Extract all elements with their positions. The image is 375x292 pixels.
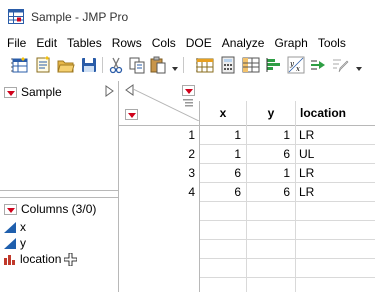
column-header-y[interactable]: y [246,101,295,125]
cell-y[interactable]: 6 [246,145,295,164]
menu-bar: File Edit Tables Rows Cols DOE Analyze G… [0,33,375,53]
paste-icon[interactable] [149,56,167,74]
cell-y[interactable]: 6 [246,183,295,202]
cell-location[interactable]: LR [295,164,375,183]
menu-analyze[interactable]: Analyze [222,36,265,50]
new-script-icon[interactable] [34,56,52,74]
data-grid-icon[interactable] [196,56,214,74]
row-number[interactable]: 3 [119,164,199,183]
title-bar: Sample - JMP Pro [0,0,375,33]
table-panel: Sample [0,81,118,191]
chevron-down-icon[interactable] [356,66,362,72]
columns-count: Columns (3/0) [21,202,97,216]
toolbar-separator [183,57,184,73]
cell-x[interactable]: 6 [199,164,246,183]
cell-x[interactable]: 1 [199,126,246,145]
data-grid: x y location 1 1 1 LR 2 1 6 UL 3 6 1 LR … [119,81,375,292]
cell-y[interactable]: 1 [246,164,295,183]
collapse-arrow-icon[interactable] [105,85,114,97]
column-item-y[interactable]: y [4,235,26,251]
menu-graph[interactable]: Graph [274,36,307,50]
distribution-icon[interactable] [265,56,283,74]
calculator-icon[interactable] [219,56,237,74]
column-header-x[interactable]: x [199,101,246,125]
cell-x[interactable]: 1 [199,145,246,164]
table-name: Sample [21,85,62,99]
column-name: x [20,220,26,234]
window-title: Sample - JMP Pro [31,10,129,24]
nominal-column-icon [4,254,15,265]
left-panel: Sample Columns (3/0) x y location [0,81,119,292]
fit-y-by-x-icon[interactable]: yx [287,56,305,74]
grid-line [199,277,375,278]
row-filter-icon [183,99,193,107]
grid-line [199,258,375,259]
continuous-column-icon [4,221,16,233]
rows-red-triangle-icon[interactable] [125,109,138,120]
move-cursor-icon [64,252,78,266]
cell-location[interactable]: UL [295,145,375,164]
cut-icon[interactable] [107,56,125,74]
grid-line [199,239,375,240]
columns-red-triangle-icon[interactable] [182,85,195,96]
tabulate-icon[interactable] [242,56,260,74]
menu-doe[interactable]: DOE [186,36,212,50]
row-number[interactable]: 4 [119,183,199,202]
column-item-x[interactable]: x [4,219,26,235]
chevron-down-icon[interactable] [172,66,178,72]
menu-cols[interactable]: Cols [152,36,176,50]
column-item-location[interactable]: location [4,251,81,267]
menu-file[interactable]: File [7,36,26,50]
menu-edit[interactable]: Edit [36,36,57,50]
row-number[interactable]: 2 [119,145,199,164]
column-name: y [20,236,26,250]
menu-tools[interactable]: Tools [318,36,346,50]
new-data-table-icon[interactable] [11,56,29,74]
menu-tables[interactable]: Tables [67,36,102,50]
pen-icon[interactable] [331,56,349,74]
toolbar-separator [102,57,103,73]
toolbar: yx [0,53,375,77]
svg-text:x: x [296,65,300,73]
red-triangle-menu-icon[interactable] [4,203,17,215]
fit-model-icon[interactable] [309,56,327,74]
column-name: location [20,252,62,266]
grid-line [199,220,375,221]
cell-location[interactable]: LR [295,126,375,145]
red-triangle-menu-icon[interactable] [4,86,17,98]
column-header-location[interactable]: location [295,101,375,125]
copy-icon[interactable] [128,56,146,74]
table-panel-header: Sample [4,83,62,101]
row-number[interactable]: 1 [119,126,199,145]
columns-panel: Columns (3/0) x y location [0,197,118,292]
menu-rows[interactable]: Rows [112,36,142,50]
open-icon[interactable] [57,56,75,74]
cell-x[interactable]: 6 [199,183,246,202]
save-icon[interactable] [80,56,98,74]
columns-panel-header: Columns (3/0) [4,200,96,218]
cell-location[interactable]: LR [295,183,375,202]
continuous-column-icon [4,237,16,249]
grid-corner [119,81,199,123]
jmp-table-icon [8,9,24,24]
cell-y[interactable]: 1 [246,126,295,145]
